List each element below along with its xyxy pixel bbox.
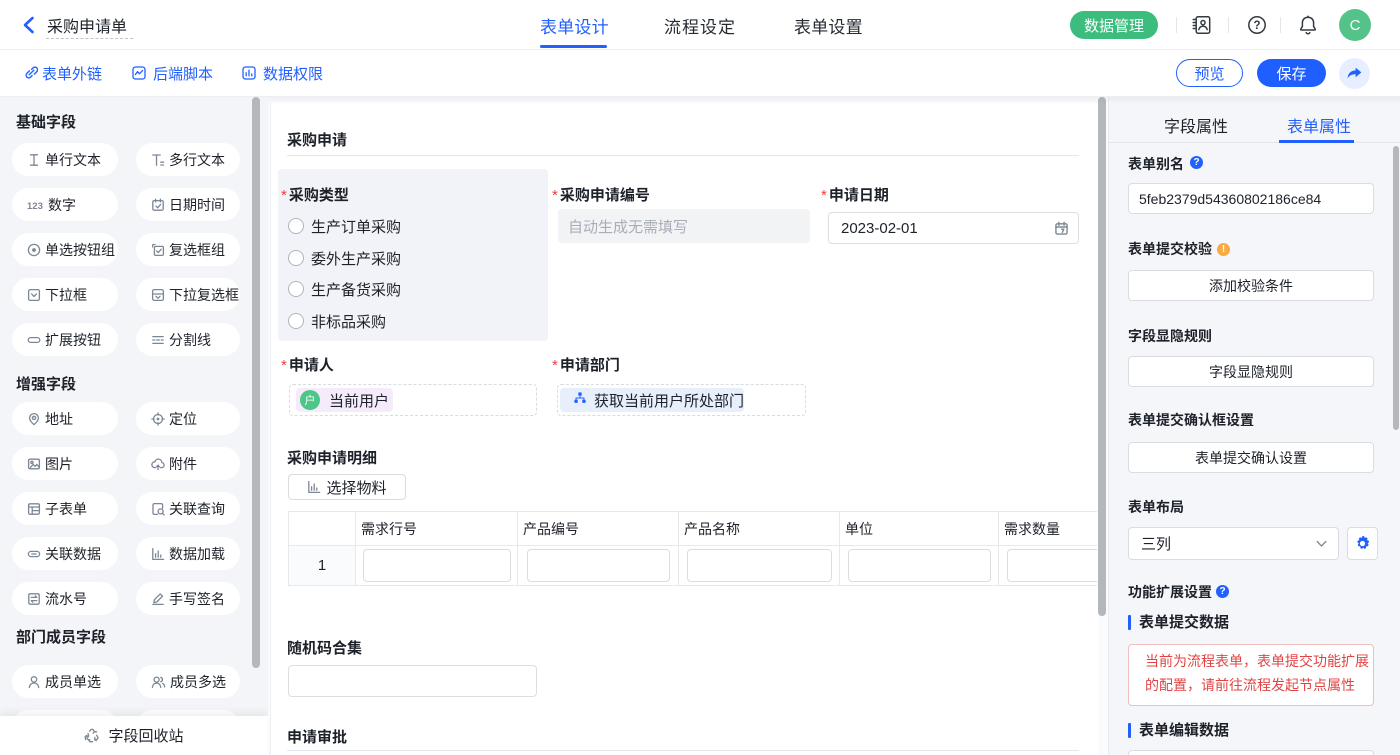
svg-text:?: ? (1253, 20, 1260, 32)
svg-text:123: 123 (27, 201, 43, 211)
